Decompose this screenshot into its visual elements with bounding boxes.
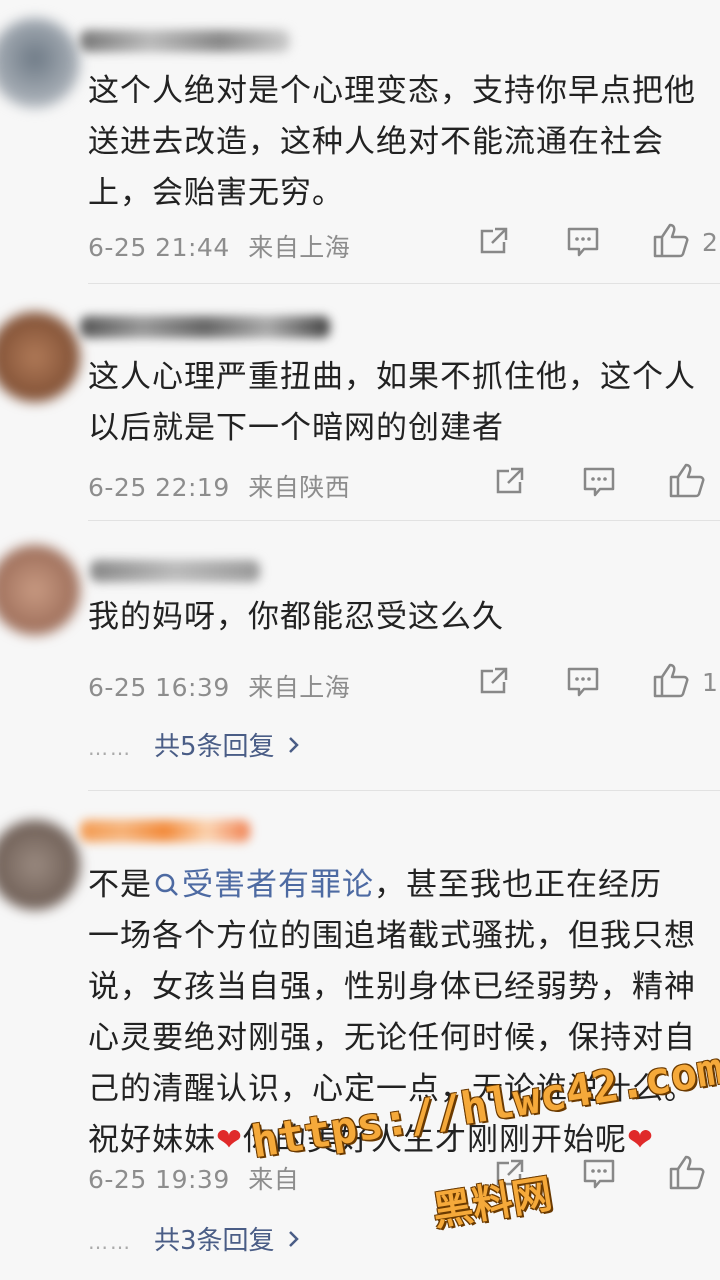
avatar[interactable] bbox=[0, 312, 80, 402]
comment-time: 6-25 16:39 bbox=[88, 673, 230, 702]
comment-location: 来自上海 bbox=[248, 673, 351, 702]
divider bbox=[88, 283, 720, 284]
divider bbox=[88, 520, 720, 521]
comment-text: 我的妈呀，你都能忍受这么久 bbox=[88, 599, 504, 635]
search-icon bbox=[155, 873, 178, 896]
divider bbox=[88, 790, 720, 791]
comment-text-prefix: 不是 bbox=[88, 867, 152, 903]
comment-icon[interactable] bbox=[566, 666, 600, 698]
reply-dots: …… bbox=[88, 736, 132, 760]
heart-icon: ❤ bbox=[216, 1122, 243, 1158]
like-icon[interactable] bbox=[668, 462, 706, 498]
share-icon[interactable] bbox=[494, 465, 526, 497]
replies-label: 共3条回复 bbox=[154, 1226, 275, 1256]
comment-icon[interactable] bbox=[566, 226, 600, 258]
comment-meta: 6-25 16:39 来自上海 bbox=[88, 668, 350, 704]
comment-text: 这人心理严重扭曲，如果不抓住他，这个人 以后就是下一个暗网的创建者 bbox=[88, 359, 696, 446]
comment-location: 来自上海 bbox=[248, 233, 351, 262]
username-blurred[interactable] bbox=[80, 30, 290, 52]
comment-time: 6-25 22:19 bbox=[88, 473, 230, 502]
like-icon[interactable] bbox=[652, 222, 690, 258]
comment-location: 来自陕西 bbox=[248, 473, 351, 502]
chevron-right-icon bbox=[287, 1226, 301, 1256]
replies-label: 共5条回复 bbox=[154, 732, 275, 762]
comment-location: 来自 bbox=[248, 1165, 300, 1194]
topic-label: 受害者有罪论 bbox=[182, 867, 374, 903]
avatar[interactable] bbox=[0, 18, 80, 108]
share-icon[interactable] bbox=[478, 665, 510, 697]
share-icon[interactable] bbox=[478, 225, 510, 257]
like-icon[interactable] bbox=[652, 662, 690, 698]
comment-meta: 6-25 22:19 来自陕西 bbox=[88, 468, 350, 504]
chevron-right-icon bbox=[287, 732, 301, 762]
comment-time: 6-25 19:39 bbox=[88, 1165, 230, 1194]
view-replies-link[interactable]: …… 共5条回复 bbox=[88, 726, 301, 763]
comment-text: 这个人绝对是个心理变态，支持你早点把他 送进去改造，这种人绝对不能流通在社会 上… bbox=[88, 73, 696, 211]
topic-link[interactable]: 受害者有罪论 bbox=[152, 867, 374, 903]
like-count: 1 bbox=[702, 668, 718, 697]
avatar[interactable] bbox=[0, 820, 80, 910]
view-replies-link[interactable]: …… 共3条回复 bbox=[88, 1220, 301, 1257]
like-count: 2 bbox=[702, 228, 718, 257]
like-icon[interactable] bbox=[668, 1154, 706, 1190]
comment-icon[interactable] bbox=[582, 466, 616, 498]
username-blurred[interactable] bbox=[80, 820, 250, 842]
watermark-site-name: 黑料网 bbox=[429, 1171, 556, 1236]
reply-dots: …… bbox=[88, 1230, 132, 1254]
username-blurred[interactable] bbox=[90, 560, 260, 582]
username-blurred[interactable] bbox=[80, 316, 330, 338]
comment-icon[interactable] bbox=[582, 1158, 616, 1190]
avatar[interactable] bbox=[0, 545, 80, 635]
comment-meta: 6-25 21:44 来自上海 bbox=[88, 228, 350, 264]
heart-icon: ❤ bbox=[626, 1122, 654, 1158]
comment-time: 6-25 21:44 bbox=[88, 233, 230, 262]
